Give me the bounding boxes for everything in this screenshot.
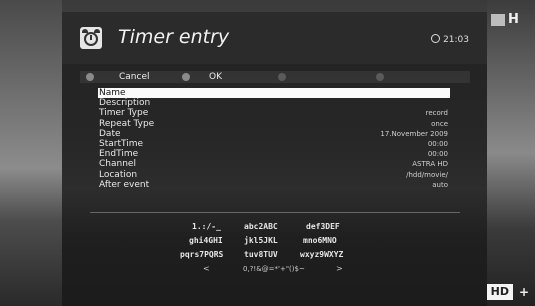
background-right: [487, 0, 535, 306]
timer-entry-panel: Timer entry 21:03 Cancel OK Name Descrip…: [62, 12, 487, 302]
form-value: auto: [432, 180, 448, 189]
yellow-key-icon: [278, 73, 286, 81]
background-left: [0, 0, 62, 306]
form-label: Name: [99, 88, 126, 98]
form-row-end-time[interactable]: EndTime 00:00: [98, 149, 450, 159]
divider: [90, 212, 460, 213]
form-label: Timer Type: [99, 108, 149, 119]
key-3[interactable]: def3DEF: [306, 222, 340, 231]
form-label: Date: [99, 128, 121, 139]
key-1[interactable]: 1.:/-_: [192, 222, 221, 231]
key-left[interactable]: <: [203, 264, 210, 273]
timer-form: Name Description Timer Type record Repea…: [98, 88, 450, 190]
ok-label: OK: [209, 72, 222, 82]
form-value: 00:00: [427, 139, 448, 148]
form-value: ASTRA HD: [412, 160, 448, 169]
form-label: Channel: [99, 159, 136, 170]
form-value: record: [425, 109, 448, 118]
ok-button[interactable]: OK: [182, 71, 242, 83]
key-6[interactable]: mno6MNO: [303, 236, 337, 245]
key-7[interactable]: pqrs7PQRS: [180, 250, 223, 259]
channel-logo-icon: [491, 13, 505, 26]
key-right[interactable]: >: [336, 264, 343, 273]
form-value: 17.November 2009: [380, 129, 448, 138]
channel-logo-text: H: [508, 12, 519, 27]
form-row-name[interactable]: Name: [98, 88, 450, 99]
button-bar: Cancel OK: [80, 71, 470, 83]
form-row-after-event[interactable]: After event auto: [98, 180, 450, 190]
form-row-start-time[interactable]: StartTime 00:00: [98, 139, 450, 149]
form-row-timer-type[interactable]: Timer Type record: [98, 108, 450, 118]
form-label: Location: [99, 169, 138, 180]
form-row-repeat-type[interactable]: Repeat Type once: [98, 119, 450, 129]
clock-icon: [431, 34, 441, 43]
hd-plus: +: [518, 285, 529, 299]
form-row-date[interactable]: Date 17.November 2009: [98, 129, 450, 139]
key-2[interactable]: abc2ABC: [244, 222, 278, 231]
form-row-channel[interactable]: Channel ASTRA HD: [98, 159, 450, 169]
key-0[interactable]: 0,?!&@=*'+"()$~: [243, 265, 305, 273]
form-row-location[interactable]: Location /hdd/movie/: [98, 170, 450, 180]
clock-time: 21:03: [443, 35, 469, 45]
form-label: StartTime: [99, 138, 144, 149]
hd-badge: HD: [486, 284, 513, 300]
form-label: After event: [99, 179, 150, 190]
clock: 21:03: [431, 34, 469, 45]
alarm-clock-icon: [80, 27, 102, 49]
form-value: 00:00: [427, 150, 448, 159]
key-8[interactable]: tuv8TUV: [244, 250, 278, 259]
blue-key-icon: [376, 73, 384, 81]
key-4[interactable]: ghi4GHI: [189, 236, 223, 245]
channel-logo: H: [491, 12, 531, 32]
red-key-icon: [86, 73, 94, 81]
key-9[interactable]: wxyz9WXYZ: [300, 250, 343, 259]
form-value: once: [431, 119, 448, 128]
form-row-description[interactable]: Description: [98, 98, 450, 108]
page-title: Timer entry: [118, 26, 230, 48]
form-label: EndTime: [99, 149, 139, 160]
green-key-icon: [182, 73, 190, 81]
form-label: Repeat Type: [99, 118, 155, 129]
panel-header: Timer entry 21:03: [62, 12, 487, 64]
form-value: /hdd/movie/: [406, 170, 448, 179]
cancel-button[interactable]: Cancel: [86, 71, 166, 83]
form-label: Description: [99, 98, 151, 109]
cancel-label: Cancel: [119, 72, 150, 82]
key-5[interactable]: jkl5JKL: [244, 236, 278, 245]
